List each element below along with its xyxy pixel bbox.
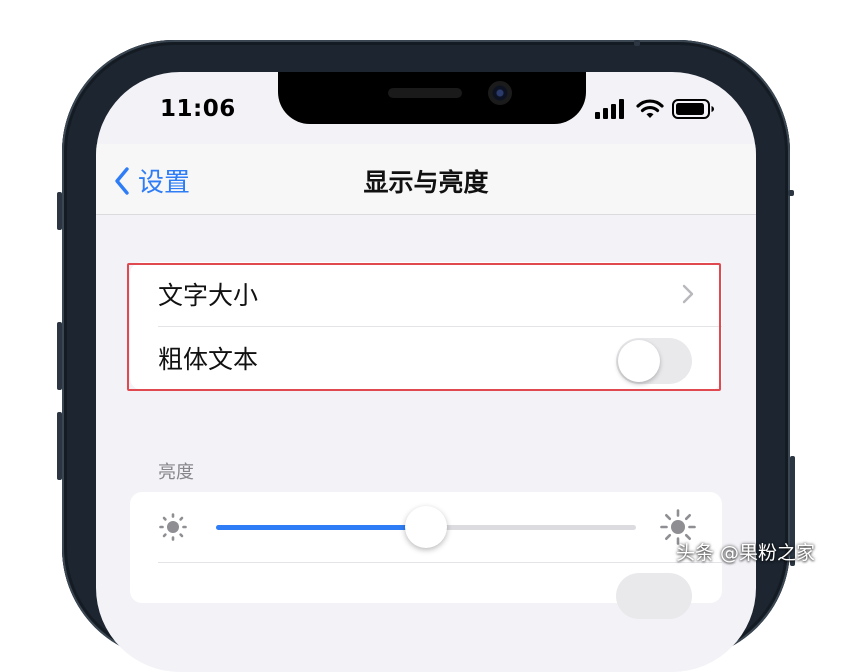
bold-text-toggle[interactable] [616,338,692,384]
text-size-row[interactable]: 文字大小 [130,262,722,326]
watermark: 头条 @果粉之家 [676,542,816,564]
side-button-volume-up [57,322,62,390]
antenna-line [634,40,640,46]
brightness-slider-thumb[interactable] [405,506,447,548]
brightness-slider-fill [216,525,426,530]
text-settings-group: 文字大小 粗体文本 [130,262,722,390]
earpiece-speaker [388,88,462,98]
next-settings-row [158,562,722,619]
bold-text-row: 粗体文本 [130,326,722,390]
battery-icon [672,99,714,119]
brightness-slider-row [130,492,722,562]
text-size-label: 文字大小 [158,281,259,310]
chevron-right-icon [682,284,694,304]
front-camera [488,81,512,105]
wifi-icon [636,99,664,118]
navigation-bar: 设置 显示与亮度 [96,144,756,215]
status-icons [594,98,718,120]
antenna-line [788,190,794,196]
brightness-section-label: 亮度 [158,462,194,483]
status-time: 11:06 [160,96,236,122]
phone-screen: 11:06 设置 显示与亮度 文字大小 粗体文本 亮度 [96,72,756,672]
bold-text-label: 粗体文本 [158,345,259,374]
brightness-slider-track[interactable] [216,506,636,548]
brightness-group [130,492,722,619]
side-button-volume-down [57,412,62,480]
side-button-mute [57,192,62,230]
toggle-knob [618,340,660,382]
page-title: 显示与亮度 [363,168,489,197]
notch [278,72,586,124]
cellular-signal-icon [595,99,624,119]
sun-small-icon [159,513,187,541]
